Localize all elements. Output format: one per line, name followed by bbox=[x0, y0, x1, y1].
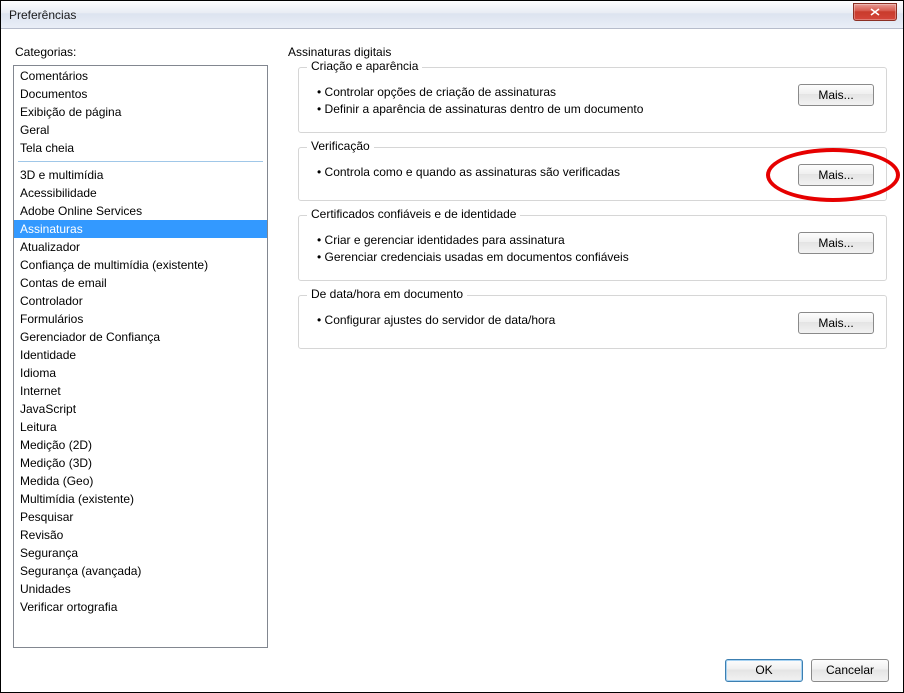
category-item[interactable]: Segurança (avançada) bbox=[14, 562, 267, 580]
category-item[interactable]: Formulários bbox=[14, 310, 267, 328]
category-item[interactable]: Medida (Geo) bbox=[14, 472, 267, 490]
group-bullets: Controla como e quando as assinaturas sã… bbox=[311, 164, 782, 181]
more-button[interactable]: Mais... bbox=[798, 164, 874, 186]
category-item[interactable]: Gerenciador de Confiança bbox=[14, 328, 267, 346]
groups-container: Criação e aparênciaControlar opções de c… bbox=[286, 67, 887, 349]
category-item[interactable]: Internet bbox=[14, 382, 267, 400]
bullet-text: Controlar opções de criação de assinatur… bbox=[317, 84, 782, 101]
category-item[interactable]: Verificar ortografia bbox=[14, 598, 267, 616]
category-item[interactable]: Multimídia (existente) bbox=[14, 490, 267, 508]
category-item[interactable]: Adobe Online Services bbox=[14, 202, 267, 220]
group-verifica-o: VerificaçãoControla como e quando as ass… bbox=[298, 147, 887, 201]
category-item[interactable]: Contas de email bbox=[14, 274, 267, 292]
category-item[interactable]: Confiança de multimídia (existente) bbox=[14, 256, 267, 274]
group-body: Controlar opções de criação de assinatur… bbox=[311, 84, 874, 118]
settings-panel: Assinaturas digitais Criação e aparência… bbox=[268, 39, 891, 648]
category-item[interactable]: Comentários bbox=[14, 67, 267, 85]
category-item[interactable]: Atualizador bbox=[14, 238, 267, 256]
category-item[interactable]: Exibição de página bbox=[14, 103, 267, 121]
category-item[interactable]: Segurança bbox=[14, 544, 267, 562]
sidebar: Categorias: ComentáriosDocumentosExibiçã… bbox=[13, 39, 268, 648]
category-separator bbox=[18, 161, 263, 162]
group-legend: De data/hora em documento bbox=[307, 287, 467, 301]
category-item[interactable]: JavaScript bbox=[14, 400, 267, 418]
group-body: Configurar ajustes do servidor de data/h… bbox=[311, 312, 874, 334]
more-button[interactable]: Mais... bbox=[798, 312, 874, 334]
titlebar: Preferências bbox=[1, 1, 903, 29]
more-button[interactable]: Mais... bbox=[798, 84, 874, 106]
category-item[interactable]: Leitura bbox=[14, 418, 267, 436]
bullet-text: Configurar ajustes do servidor de data/h… bbox=[317, 312, 782, 329]
cancel-button[interactable]: Cancelar bbox=[811, 659, 889, 682]
group-legend: Certificados confiáveis e de identidade bbox=[307, 207, 520, 221]
close-icon bbox=[870, 8, 880, 16]
bullet-text: Definir a aparência de assinaturas dentr… bbox=[317, 101, 782, 118]
group-bullets: Controlar opções de criação de assinatur… bbox=[311, 84, 782, 118]
group-legend: Verificação bbox=[307, 139, 374, 153]
close-button[interactable] bbox=[853, 3, 897, 21]
window-title: Preferências bbox=[9, 8, 76, 22]
bullet-text: Gerenciar credenciais usadas em document… bbox=[317, 249, 782, 266]
category-item[interactable]: Geral bbox=[14, 121, 267, 139]
group-body: Controla como e quando as assinaturas sã… bbox=[311, 164, 874, 186]
group-legend: Criação e aparência bbox=[307, 59, 422, 73]
category-item[interactable]: Identidade bbox=[14, 346, 267, 364]
category-item[interactable]: Unidades bbox=[14, 580, 267, 598]
more-button[interactable]: Mais... bbox=[798, 232, 874, 254]
bullet-text: Criar e gerenciar identidades para assin… bbox=[317, 232, 782, 249]
group-cria-o-e-apar-ncia: Criação e aparênciaControlar opções de c… bbox=[298, 67, 887, 133]
category-item[interactable]: Medição (3D) bbox=[14, 454, 267, 472]
bullet-text: Controla como e quando as assinaturas sã… bbox=[317, 164, 782, 181]
dialog-content: Categorias: ComentáriosDocumentosExibiçã… bbox=[1, 29, 903, 648]
category-item[interactable]: Revisão bbox=[14, 526, 267, 544]
panel-title: Assinaturas digitais bbox=[288, 45, 887, 59]
group-bullets: Criar e gerenciar identidades para assin… bbox=[311, 232, 782, 266]
group-certificados-confi-veis-e-de-identidade: Certificados confiáveis e de identidadeC… bbox=[298, 215, 887, 281]
category-item[interactable]: Tela cheia bbox=[14, 139, 267, 157]
category-item[interactable]: Assinaturas bbox=[14, 220, 267, 238]
group-bullets: Configurar ajustes do servidor de data/h… bbox=[311, 312, 782, 329]
category-item[interactable]: Controlador bbox=[14, 292, 267, 310]
category-item[interactable]: Pesquisar bbox=[14, 508, 267, 526]
ok-button[interactable]: OK bbox=[725, 659, 803, 682]
group-body: Criar e gerenciar identidades para assin… bbox=[311, 232, 874, 266]
group-de-data-hora-em-documento: De data/hora em documentoConfigurar ajus… bbox=[298, 295, 887, 349]
dialog-footer: OK Cancelar bbox=[1, 648, 903, 692]
category-item[interactable]: Documentos bbox=[14, 85, 267, 103]
category-item[interactable]: 3D e multimídia bbox=[14, 166, 267, 184]
categories-label: Categorias: bbox=[15, 45, 268, 59]
categories-list[interactable]: ComentáriosDocumentosExibição de páginaG… bbox=[13, 65, 268, 648]
category-item[interactable]: Acessibilidade bbox=[14, 184, 267, 202]
category-item[interactable]: Idioma bbox=[14, 364, 267, 382]
category-item[interactable]: Medição (2D) bbox=[14, 436, 267, 454]
